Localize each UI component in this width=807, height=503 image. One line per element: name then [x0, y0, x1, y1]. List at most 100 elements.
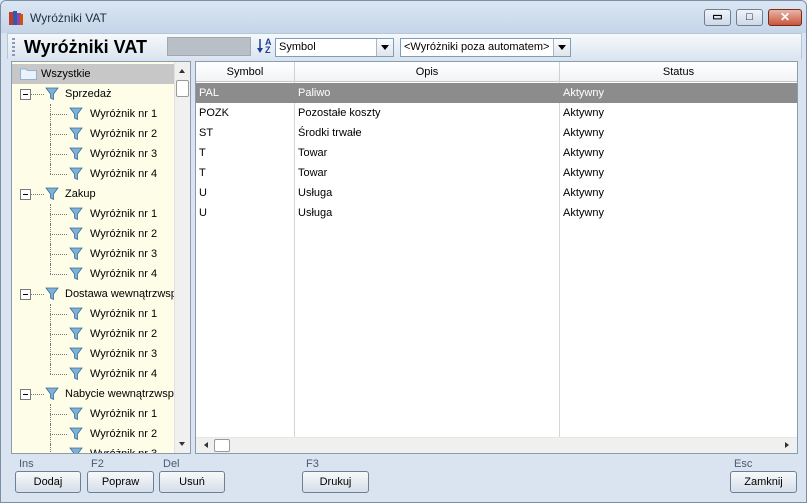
tree-connector [50, 374, 67, 375]
tree-item[interactable]: Wyróżnik nr 4 [12, 364, 175, 384]
tree-vertical-scrollbar[interactable] [174, 62, 190, 453]
filter-funnel-icon [69, 347, 83, 361]
title-bar[interactable]: Wyróżniki VAT ▭ □ ✕ [1, 1, 806, 33]
tree-item[interactable]: Wyróżnik nr 2 [12, 424, 175, 444]
cell-symbol: POZK [199, 107, 229, 119]
maximize-button[interactable]: □ [736, 9, 763, 26]
tree-item[interactable]: Wyróżnik nr 3 [12, 344, 175, 364]
tree-item-label: Wyróżnik nr 3 [90, 348, 158, 360]
column-header-symbol[interactable]: Symbol [196, 62, 295, 82]
collapse-icon[interactable] [20, 389, 31, 400]
tree-item[interactable]: Wyróżnik nr 2 [12, 324, 175, 344]
collapse-icon[interactable] [20, 189, 31, 200]
tree-item[interactable]: Wyróżnik nr 3 [12, 244, 175, 264]
tree-connector [50, 254, 67, 255]
edit-button[interactable]: Popraw [87, 471, 154, 493]
app-books-icon [9, 11, 23, 25]
tree-group-label: Nabycie wewnątrzwsp [65, 388, 174, 400]
shortcut-edit: F2 [91, 458, 104, 470]
close-button[interactable]: Zamknij [730, 471, 797, 493]
print-button[interactable]: Drukuj [302, 471, 369, 493]
chevron-down-icon[interactable] [376, 39, 393, 56]
filter-funnel-icon [69, 407, 83, 421]
sort-combo[interactable]: Symbol [275, 38, 394, 57]
cell-symbol: T [199, 167, 206, 179]
toolbar-grip[interactable] [12, 38, 15, 56]
tree-connector [50, 434, 67, 435]
shortcut-close: Esc [734, 458, 753, 470]
filter-funnel-icon [45, 387, 59, 401]
grid-horizontal-scrollbar[interactable] [196, 437, 797, 453]
cell-status: Aktywny [563, 107, 604, 119]
tree-item[interactable]: Wyróżnik nr 1 [12, 204, 175, 224]
cell-opis: Paliwo [298, 87, 331, 99]
scroll-down-icon[interactable] [175, 437, 190, 451]
cell-opis: Usługa [298, 207, 333, 219]
table-row[interactable]: U Usługa Aktywny [196, 183, 797, 203]
delete-button[interactable]: Usuń [159, 471, 225, 493]
tree-item-label: Wyróżnik nr 1 [90, 408, 158, 420]
tree-group[interactable]: Sprzedaż [12, 84, 175, 104]
tree-item[interactable]: Wyróżnik nr 2 [12, 224, 175, 244]
category-tree[interactable]: Wszystkie Sprzedaż Wyróżnik nr 1 Wyróżnik n… [11, 61, 191, 454]
tree-connector [50, 234, 67, 235]
filter-combo-value: <Wyróżniki poza automatem> [404, 41, 550, 53]
tree-item[interactable]: Wyróżnik nr 1 [12, 404, 175, 424]
table-row[interactable]: PAL Paliwo Aktywny [196, 83, 797, 103]
column-header-opis[interactable]: Opis [295, 62, 560, 82]
filter-combo[interactable]: <Wyróżniki poza automatem> [400, 38, 571, 57]
filter-funnel-icon [69, 167, 83, 181]
scroll-left-icon[interactable] [199, 438, 213, 453]
tree-item[interactable]: Wyróżnik nr 4 [12, 264, 175, 284]
tree-item[interactable]: Wyróżnik nr 2 [12, 124, 175, 144]
tree-item[interactable]: Wyróżnik nr 4 [12, 164, 175, 184]
tree-item-label: Wyróżnik nr 1 [90, 308, 158, 320]
tree-item-label: Wyróżnik nr 2 [90, 328, 158, 340]
table-row[interactable]: ST Środki trwałe Aktywny [196, 123, 797, 143]
cell-opis: Towar [298, 147, 328, 159]
sort-az-icon[interactable]: A Z [257, 38, 273, 55]
table-row[interactable]: POZK Pozostałe koszty Aktywny [196, 103, 797, 123]
column-header-status[interactable]: Status [560, 62, 797, 82]
table-row[interactable]: T Towar Aktywny [196, 163, 797, 183]
tree-item-label: Wyróżnik nr 1 [90, 208, 158, 220]
tree-group-label: Sprzedaż [65, 88, 112, 100]
shortcut-print: F3 [306, 458, 319, 470]
shortcut-add: Ins [19, 458, 34, 470]
table-row[interactable]: U Usługa Aktywny [196, 203, 797, 223]
tree-group[interactable]: Dostawa wewnątrzwsp [12, 284, 175, 304]
add-button[interactable]: Dodaj [15, 471, 81, 493]
tree-group[interactable]: Nabycie wewnątrzwsp [12, 384, 175, 404]
cell-opis: Pozostałe koszty [298, 107, 381, 119]
search-input[interactable] [167, 37, 251, 56]
tree-group-label: Dostawa wewnątrzwsp [65, 288, 175, 300]
cell-symbol: U [199, 207, 207, 219]
tree-item-label: Wyróżnik nr 4 [90, 368, 158, 380]
maximize-icon: □ [746, 11, 753, 23]
tree-root-label: Wszystkie [41, 68, 91, 80]
collapse-icon[interactable] [20, 89, 31, 100]
filter-funnel-icon [69, 427, 83, 441]
scroll-up-icon[interactable] [175, 64, 190, 78]
tree-item-label: Wyróżnik nr 4 [90, 168, 158, 180]
collapse-icon[interactable] [20, 289, 31, 300]
data-grid: Symbol Opis Status PAL Paliwo Aktywny POZK P… [195, 61, 798, 454]
tree-item[interactable]: Wyróżnik nr 1 [12, 104, 175, 124]
filter-funnel-icon [69, 127, 83, 141]
scroll-thumb[interactable] [176, 80, 189, 97]
tree-item[interactable]: Wyróżnik nr 1 [12, 304, 175, 324]
tree-item[interactable]: Wyróżnik nr 3 [12, 144, 175, 164]
tree-item[interactable]: Wyróżnik nr 3 [12, 444, 175, 453]
scroll-thumb[interactable] [214, 439, 230, 452]
table-row[interactable]: T Towar Aktywny [196, 143, 797, 163]
tree-connector [50, 414, 67, 415]
tree-connector [50, 174, 67, 175]
chevron-down-icon[interactable] [553, 39, 570, 56]
close-window-button[interactable]: ✕ [768, 9, 802, 26]
tree-connector [31, 394, 44, 395]
tree-item-root[interactable]: Wszystkie [12, 64, 175, 84]
scroll-right-icon[interactable] [780, 438, 794, 453]
cell-status: Aktywny [563, 87, 604, 99]
minimize-button[interactable]: ▭ [704, 9, 731, 26]
tree-group[interactable]: Zakup [12, 184, 175, 204]
